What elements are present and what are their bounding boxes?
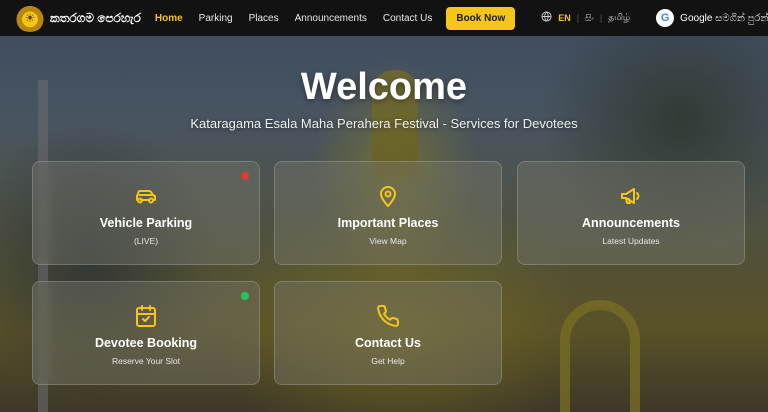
- card-subtitle: Get Help: [371, 356, 405, 366]
- megaphone-icon: [619, 184, 643, 208]
- phone-icon: [376, 304, 400, 328]
- car-icon: [134, 184, 158, 208]
- nav-link-contact[interactable]: Contact Us: [383, 13, 432, 24]
- lang-separator: |: [576, 13, 580, 23]
- card-title: Devotee Booking: [94, 336, 198, 350]
- google-signin-label: Google සමගින් පුරන්න: [680, 12, 768, 24]
- available-status-dot: [241, 292, 249, 300]
- page-subtitle: Kataragama Esala Maha Perahera Festival …: [190, 116, 578, 131]
- lang-si-option[interactable]: සිං: [585, 13, 594, 24]
- calendar-check-icon: [134, 304, 158, 328]
- nav-link-home[interactable]: Home: [155, 13, 183, 24]
- live-status-dot: [241, 172, 249, 180]
- card-title: Contact Us: [355, 336, 421, 350]
- language-switcher: EN | සිං | தமிழ்: [541, 11, 630, 25]
- card-subtitle: View Map: [369, 236, 407, 246]
- card-title: Vehicle Parking: [99, 216, 193, 230]
- map-pin-icon: [376, 184, 400, 208]
- card-subtitle: Latest Updates: [602, 236, 660, 246]
- card-important-places[interactable]: Important Places View Map: [274, 161, 502, 265]
- nav-link-places[interactable]: Places: [249, 13, 279, 24]
- nav-links: Home Parking Places Announcements Contac…: [155, 13, 432, 24]
- lang-ta-option[interactable]: தமிழ்: [608, 12, 630, 24]
- lang-separator: |: [599, 13, 603, 23]
- lang-en-option[interactable]: EN: [558, 13, 571, 23]
- book-now-button[interactable]: Book Now: [446, 6, 516, 30]
- google-icon: G: [656, 9, 675, 27]
- top-navbar: ☀ කතරගම පෙරහැර Home Parking Places Annou…: [0, 0, 768, 36]
- emblem-icon: ☀: [14, 4, 46, 32]
- card-vehicle-parking[interactable]: Vehicle Parking (LIVE): [32, 161, 260, 265]
- card-subtitle: (LIVE): [133, 236, 159, 246]
- card-announcements[interactable]: Announcements Latest Updates: [517, 161, 745, 265]
- card-title: Announcements: [582, 216, 680, 230]
- google-signin-button[interactable]: G Google සමගින් පුරන්න: [656, 9, 768, 27]
- globe-icon: [541, 11, 552, 25]
- card-devotee-booking[interactable]: Devotee Booking Reserve Your Slot: [32, 281, 260, 385]
- card-subtitle: Reserve Your Slot: [111, 356, 181, 366]
- brand-logo[interactable]: ☀ කතරගම පෙරහැර: [14, 4, 141, 32]
- brand-name: කතරගම පෙරහැර: [50, 10, 141, 25]
- nav-link-announcements[interactable]: Announcements: [295, 13, 367, 24]
- card-contact-us[interactable]: Contact Us Get Help: [274, 281, 502, 385]
- nav-link-parking[interactable]: Parking: [199, 13, 233, 24]
- page-title: Welcome: [300, 66, 468, 108]
- card-title: Important Places: [337, 216, 439, 230]
